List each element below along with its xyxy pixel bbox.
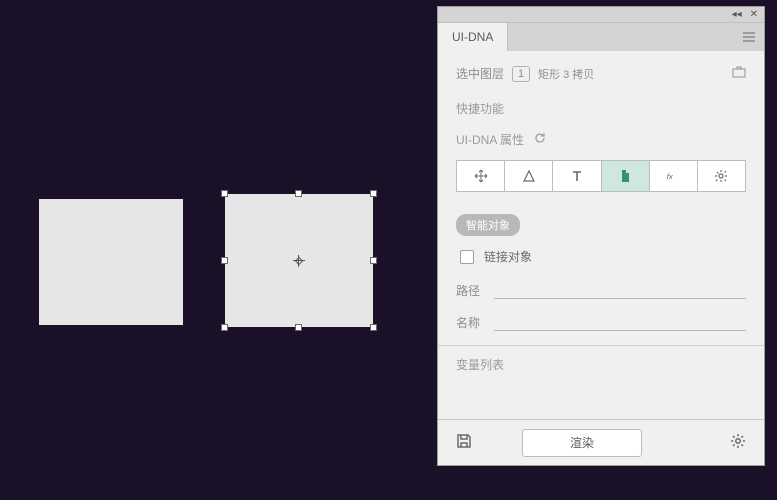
resize-handle[interactable] [295, 324, 302, 331]
shape-rectangle[interactable] [39, 199, 183, 325]
resize-handle[interactable] [370, 257, 377, 264]
refresh-icon[interactable] [534, 132, 546, 147]
panel-window-controls: ◂◂ ✕ [438, 7, 764, 23]
tab-label: UI-DNA [452, 30, 493, 44]
plugin-panel: ◂◂ ✕ UI-DNA 选中图层 1 矩形 3 拷贝 快捷功能 UI-DNA 属… [437, 6, 765, 466]
link-object-row: 链接对象 [456, 248, 746, 265]
text-icon[interactable] [553, 161, 601, 191]
panel-footer: 渲染 [438, 419, 764, 465]
name-field-row: 名称 [456, 313, 746, 331]
svg-text:fx: fx [667, 172, 674, 181]
resize-handle[interactable] [295, 190, 302, 197]
close-icon[interactable]: ✕ [750, 9, 758, 20]
resize-handle[interactable] [370, 190, 377, 197]
toolbox-icon[interactable] [732, 66, 746, 81]
variable-list-title: 变量列表 [456, 356, 746, 373]
attributes-header: UI-DNA 属性 [456, 131, 746, 148]
canvas-area[interactable] [0, 0, 436, 500]
selected-layer-name: 矩形 3 拷贝 [538, 66, 594, 82]
resize-handle[interactable] [221, 190, 228, 197]
quick-functions-title: 快捷功能 [456, 100, 746, 117]
resize-handle[interactable] [370, 324, 377, 331]
settings-gear-icon[interactable] [730, 433, 746, 452]
save-icon[interactable] [456, 433, 472, 452]
gear-icon[interactable] [698, 161, 745, 191]
render-button-label: 渲染 [570, 434, 594, 451]
resize-handle[interactable] [221, 257, 228, 264]
document-icon[interactable] [602, 161, 650, 191]
move-icon[interactable] [457, 161, 505, 191]
fx-icon[interactable]: fx [650, 161, 698, 191]
name-input[interactable] [494, 313, 746, 331]
attribute-toolbar: fx [456, 160, 746, 192]
link-object-checkbox[interactable] [460, 250, 474, 264]
selected-layer-row: 选中图层 1 矩形 3 拷贝 [456, 65, 746, 82]
panel-body: 选中图层 1 矩形 3 拷贝 快捷功能 UI-DNA 属性 [438, 51, 764, 419]
resize-handle[interactable] [221, 324, 228, 331]
name-label: 名称 [456, 314, 486, 331]
tab-uidna[interactable]: UI-DNA [438, 23, 508, 51]
anchor-point-icon [293, 255, 305, 267]
shape-rectangle-selected[interactable] [225, 194, 373, 327]
panel-tabs: UI-DNA [438, 23, 764, 51]
collapse-icon[interactable]: ◂◂ [732, 9, 742, 20]
selected-layer-label: 选中图层 [456, 65, 504, 82]
path-label: 路径 [456, 282, 486, 299]
shape-icon[interactable] [505, 161, 553, 191]
render-button[interactable]: 渲染 [522, 429, 642, 457]
selected-count-badge: 1 [512, 66, 530, 82]
smart-object-pill: 智能对象 [456, 214, 520, 236]
panel-menu-button[interactable] [734, 23, 764, 51]
divider [438, 345, 764, 346]
link-object-label: 链接对象 [484, 248, 532, 265]
path-field-row: 路径 [456, 281, 746, 299]
attributes-title: UI-DNA 属性 [456, 131, 524, 148]
path-input[interactable] [494, 281, 746, 299]
